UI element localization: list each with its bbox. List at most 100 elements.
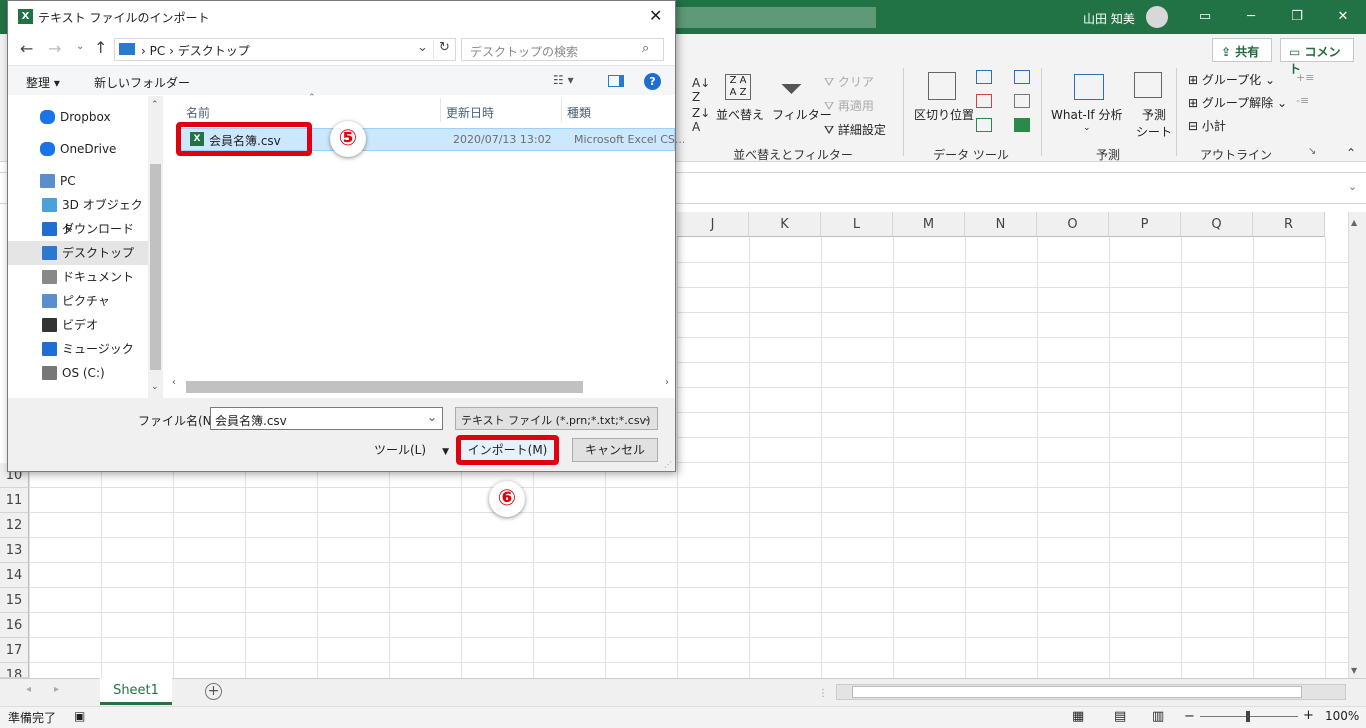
column-header[interactable]: O xyxy=(1037,212,1109,237)
row-header[interactable]: 13 xyxy=(0,538,29,563)
advanced-filter-button[interactable]: ⛛ 詳細設定 xyxy=(824,121,886,138)
macro-record-icon[interactable]: ▣ xyxy=(74,709,85,723)
zoom-slider-thumb[interactable] xyxy=(1246,711,1250,722)
horizontal-scroll-thumb[interactable] xyxy=(852,686,1302,698)
sort-button[interactable]: 並べ替え xyxy=(716,106,764,123)
zoom-out-icon[interactable]: − xyxy=(1184,709,1195,724)
filetype-select[interactable]: テキスト ファイル (*.prn;*.txt;*.csv) ⌄ xyxy=(455,407,658,430)
sidebar-item[interactable]: ダウンロード xyxy=(8,217,148,241)
flash-fill-icon[interactable] xyxy=(976,70,992,84)
sort-asc-icon[interactable]: A↓ Z xyxy=(692,76,710,104)
column-header-name[interactable]: 名前 xyxy=(186,104,210,121)
consolidate-icon[interactable] xyxy=(1014,70,1030,84)
dialog-close-icon[interactable]: ✕ xyxy=(649,6,662,25)
import-button[interactable]: インポート(M) xyxy=(456,435,559,465)
page-break-view-icon[interactable]: ▥ xyxy=(1152,709,1164,724)
row-header[interactable]: 14 xyxy=(0,563,29,588)
data-model-icon[interactable] xyxy=(1014,118,1030,132)
comment-button[interactable]: ▭ コメント xyxy=(1280,38,1354,76)
sidebar-scroll-up-icon[interactable]: ⌃ xyxy=(151,100,159,110)
hide-detail-icon[interactable]: -≡ xyxy=(1296,94,1309,107)
column-header[interactable]: K xyxy=(749,212,821,237)
column-header-date[interactable]: 更新日時 xyxy=(446,104,494,121)
row-header[interactable]: 16 xyxy=(0,613,29,638)
zoom-in-icon[interactable]: + xyxy=(1303,708,1314,723)
next-sheet-icon[interactable]: ▸ xyxy=(54,684,59,695)
sheet-tab-sheet1[interactable]: Sheet1 xyxy=(100,678,172,705)
column-divider[interactable] xyxy=(440,98,441,122)
normal-view-icon[interactable]: ▦ xyxy=(1072,709,1084,724)
column-header[interactable]: J xyxy=(677,212,749,237)
cancel-button[interactable]: キャンセル xyxy=(572,438,658,462)
row-header[interactable]: 17 xyxy=(0,638,29,663)
ungroup-button[interactable]: ⊞ グループ解除 ⌄ xyxy=(1188,94,1287,111)
resize-grip-icon[interactable]: ⋰ xyxy=(664,460,672,469)
column-header[interactable]: M xyxy=(893,212,965,237)
row-header[interactable]: 15 xyxy=(0,588,29,613)
whatif-button[interactable]: What-If 分析 ⌄ xyxy=(1051,106,1122,133)
scroll-up-icon[interactable]: ▲ xyxy=(1351,218,1357,227)
column-header[interactable]: P xyxy=(1109,212,1181,237)
up-folder-icon[interactable]: ↑ xyxy=(94,38,107,57)
recent-locations-icon[interactable]: ⌄ xyxy=(76,41,84,52)
forecast-sheet-button[interactable]: 予測 シート xyxy=(1136,106,1172,140)
row-header[interactable]: 18 xyxy=(0,663,29,678)
list-scroll-right-icon[interactable]: › xyxy=(665,377,669,388)
scroll-down-icon[interactable]: ▼ xyxy=(1351,666,1357,675)
restore-icon[interactable]: ❐ xyxy=(1274,0,1320,34)
tools-button[interactable]: ツール(L) ▼ xyxy=(374,441,449,458)
row-header[interactable]: 11 xyxy=(0,488,29,513)
help-icon[interactable]: ? xyxy=(644,73,661,90)
remove-duplicates-icon[interactable] xyxy=(976,94,992,108)
text-to-columns-button[interactable]: 区切り位置 xyxy=(914,106,974,123)
list-scroll-thumb[interactable] xyxy=(186,381,583,393)
sidebar-scrollbar[interactable]: ⌃ ⌄ xyxy=(148,96,163,398)
tab-splitter-icon[interactable]: ⋮ xyxy=(818,688,828,699)
column-header[interactable]: L xyxy=(821,212,893,237)
view-options-icon[interactable]: ☷ ▾ xyxy=(553,73,574,87)
minimize-icon[interactable]: ─ xyxy=(1228,0,1274,34)
sidebar-item[interactable]: 3D オブジェクト xyxy=(8,193,148,236)
sidebar-item[interactable]: PC xyxy=(8,169,148,193)
refresh-icon[interactable]: ↻ xyxy=(433,40,455,59)
filename-input[interactable]: 会員名簿.csv ⌄ xyxy=(210,407,443,430)
sidebar-item[interactable]: Dropbox xyxy=(8,105,148,129)
zoom-level[interactable]: 100% xyxy=(1325,709,1359,723)
sort-desc-icon[interactable]: Z↓ A xyxy=(692,106,710,134)
sidebar-item[interactable]: ドキュメント xyxy=(8,265,148,289)
sidebar-scroll-thumb[interactable] xyxy=(150,164,161,370)
clear-button[interactable]: ⛛ クリア xyxy=(824,73,874,90)
column-divider[interactable] xyxy=(561,98,562,122)
new-folder-button[interactable]: 新しいフォルダー xyxy=(94,74,190,91)
address-dropdown-icon[interactable]: ⌄ xyxy=(417,40,428,55)
filetype-dropdown-icon[interactable]: ⌄ xyxy=(642,410,652,424)
group-button[interactable]: ⊞ グループ化 ⌄ xyxy=(1188,71,1275,88)
column-header-type[interactable]: 種類 xyxy=(567,104,591,121)
row-header[interactable]: 12 xyxy=(0,513,29,538)
close-window-icon[interactable]: ✕ xyxy=(1320,0,1366,34)
ribbon-display-icon[interactable]: ▭ xyxy=(1182,0,1228,34)
collapse-ribbon-icon[interactable]: ⌃ xyxy=(1346,146,1356,160)
forward-icon[interactable]: → xyxy=(48,39,61,58)
sidebar-item[interactable]: ビデオ xyxy=(8,313,148,337)
share-button[interactable]: ⇪ 共有 xyxy=(1212,38,1272,62)
avatar-icon[interactable] xyxy=(1146,6,1168,28)
expand-formula-icon[interactable]: ⌄ xyxy=(1348,180,1357,193)
preview-pane-icon[interactable] xyxy=(608,75,624,87)
data-validation-icon[interactable] xyxy=(976,118,992,132)
filter-button[interactable]: フィルター xyxy=(772,106,832,123)
page-layout-view-icon[interactable]: ▤ xyxy=(1114,709,1126,724)
relationships-icon[interactable] xyxy=(1014,94,1030,108)
list-scroll-left-icon[interactable]: ‹ xyxy=(172,377,176,388)
column-header[interactable]: Q xyxy=(1181,212,1253,237)
sidebar-item[interactable]: ミュージック xyxy=(8,337,148,361)
add-sheet-icon[interactable]: + xyxy=(205,683,222,700)
filename-dropdown-icon[interactable]: ⌄ xyxy=(427,410,437,424)
show-detail-icon[interactable]: +≡ xyxy=(1296,71,1314,84)
sidebar-item[interactable]: ピクチャ xyxy=(8,289,148,313)
sidebar-item[interactable]: OS (C:) xyxy=(8,361,148,385)
organize-button[interactable]: 整理 ▾ xyxy=(26,74,60,91)
sidebar-item[interactable]: OneDrive xyxy=(8,137,148,161)
search-input[interactable]: デスクトップの検索 ⌕ xyxy=(461,38,664,61)
address-bar[interactable]: › PC › デスクトップ ⌄ ↻ xyxy=(114,38,456,61)
